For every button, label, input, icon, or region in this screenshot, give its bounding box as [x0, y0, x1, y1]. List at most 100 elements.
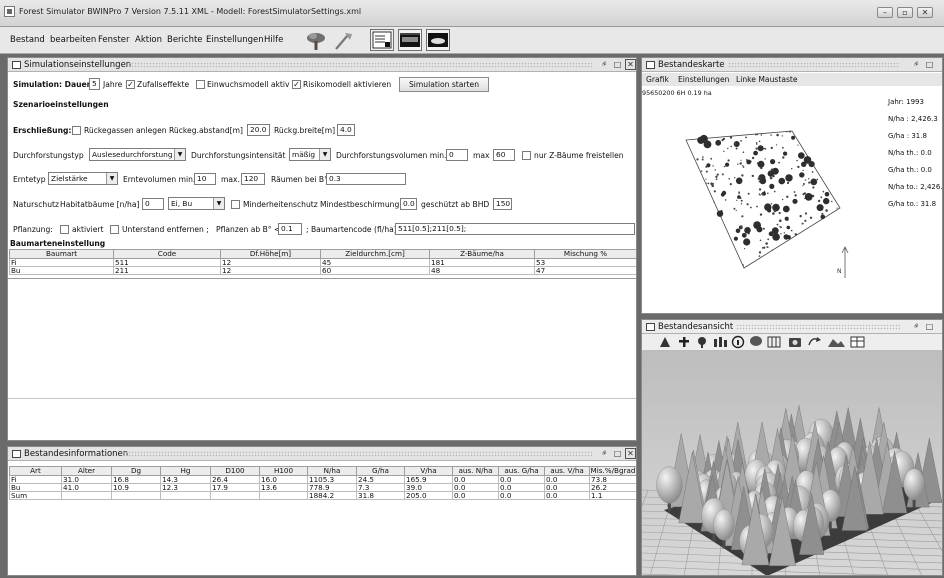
rueckbreite-input[interactable]: 4.0	[337, 124, 355, 136]
camera-icon[interactable]	[789, 338, 801, 347]
landscape-icon[interactable]	[828, 339, 845, 347]
erntevol-min-input[interactable]: 10	[194, 173, 216, 185]
df-int-select[interactable]: mäßig ▼	[289, 148, 331, 161]
raeumen-input[interactable]: 0.3	[326, 173, 406, 185]
single-tree-icon[interactable]	[698, 337, 706, 348]
stand-icon[interactable]	[714, 337, 727, 347]
table-cell[interactable]: Fi	[9, 258, 114, 267]
table-cell[interactable]: 0.0	[452, 491, 499, 500]
menu-berichte[interactable]: Berichte	[167, 35, 203, 45]
crown-icon[interactable]	[750, 336, 762, 346]
col-aus-gha[interactable]: aus. G/ha	[498, 466, 545, 476]
stand-map-canvas[interactable]: N	[642, 98, 882, 308]
table-cell[interactable]: 1884.2	[307, 491, 357, 500]
table-cell[interactable]: Bu	[9, 266, 114, 275]
maximize-icon[interactable]: □	[924, 59, 935, 70]
table-cell[interactable]: 205.0	[404, 491, 453, 500]
dauer-input[interactable]: 5	[89, 78, 100, 90]
map-menu-einstellungen[interactable]: Einstellungen	[678, 75, 729, 84]
table-icon[interactable]	[850, 336, 865, 348]
grid-icon[interactable]	[767, 336, 781, 348]
table-cell[interactable]: 0.0	[498, 475, 545, 484]
chevron-down-icon[interactable]: ▼	[319, 149, 330, 160]
table-cell[interactable]: 45	[320, 258, 430, 267]
chevron-down-icon[interactable]: ▼	[213, 198, 224, 209]
table-cell[interactable]: Sum	[9, 491, 62, 500]
table-cell[interactable]: 511	[113, 258, 221, 267]
table-cell[interactable]: 26.4	[210, 475, 260, 484]
table-cell[interactable]: 26.2	[589, 483, 636, 492]
rueckegassen-checkbox[interactable]	[72, 126, 81, 135]
habitat-input[interactable]: 0	[142, 198, 164, 210]
code-input[interactable]: 511[0.5];211[0.5];	[395, 223, 635, 235]
table-cell[interactable]	[160, 491, 211, 500]
menu-hilfe[interactable]: Hilfe	[264, 35, 283, 45]
col-gha[interactable]: G/ha	[356, 466, 405, 476]
table-cell[interactable]: 0.0	[544, 491, 590, 500]
col-dfhoehe[interactable]: Df.Höhe[m]	[220, 249, 321, 259]
table-row[interactable]: Fi 511 12 45 181 53	[9, 258, 636, 267]
table-cell[interactable]: 0.0	[452, 483, 499, 492]
report-table-icon[interactable]	[370, 29, 394, 51]
col-d100[interactable]: D100	[210, 466, 260, 476]
table-cell[interactable]: Fi	[9, 475, 62, 484]
table-cell[interactable]: 0.0	[498, 483, 545, 492]
col-vha[interactable]: V/ha	[404, 466, 453, 476]
table-cell[interactable]	[61, 491, 112, 500]
table-row[interactable]: Bu 41.0 10.9 12.3 17.9 13.6 778.9 7.3 39.0 0.0 0.0…	[9, 483, 636, 492]
table-cell[interactable]: 31.0	[61, 475, 112, 484]
col-aus-nha[interactable]: aus. N/ha	[452, 466, 499, 476]
col-art[interactable]: Art	[9, 466, 62, 476]
table-cell[interactable]: 39.0	[404, 483, 453, 492]
menu-fenster[interactable]: Fenster	[98, 35, 130, 45]
maximize-icon[interactable]: □	[924, 321, 935, 332]
table-cell[interactable]: 12	[220, 258, 321, 267]
table-cell[interactable]: Bu	[9, 483, 62, 492]
table-cell[interactable]: 1105.3	[307, 475, 357, 484]
col-zieldurchm[interactable]: Zieldurchm.[cm]	[320, 249, 430, 259]
chevron-down-icon[interactable]: ▼	[174, 149, 185, 160]
undock-icon[interactable]: ▫ͤ	[598, 59, 609, 70]
unterstand-checkbox[interactable]	[110, 225, 119, 234]
table-cell[interactable]: 16.8	[111, 475, 161, 484]
nur-z-checkbox[interactable]	[522, 151, 531, 160]
df-vol-max-input[interactable]: 60	[493, 149, 515, 161]
table-cell[interactable]: 7.3	[356, 483, 405, 492]
undock-icon[interactable]: ▫ͤ	[598, 448, 609, 459]
pflanzen-ab-input[interactable]: 0.1	[278, 223, 302, 235]
table-row[interactable]: Sum 1884.2 31.8 205.0 0.0 0.0 0.0 1.1	[9, 491, 636, 500]
menu-bearbeiten[interactable]: bearbeiten	[50, 35, 96, 45]
undock-icon[interactable]: ▫ͤ	[910, 321, 921, 332]
table-cell[interactable]: 181	[429, 258, 535, 267]
info-icon[interactable]	[731, 335, 745, 349]
rotate-icon[interactable]	[808, 337, 821, 346]
cross-icon[interactable]	[679, 337, 689, 347]
table-cell[interactable]: 0.0	[544, 475, 590, 484]
table-cell[interactable]	[259, 491, 308, 500]
table-cell[interactable]	[210, 491, 260, 500]
table-cell[interactable]: 53	[534, 258, 636, 267]
simulation-start-button[interactable]: Simulation starten	[399, 77, 489, 92]
col-alter[interactable]: Alter	[61, 466, 112, 476]
table-cell[interactable]: 17.9	[210, 483, 260, 492]
table-cell[interactable]: 1.1	[589, 491, 636, 500]
table-cell[interactable]: 0.0	[544, 483, 590, 492]
table-cell[interactable]: 48	[429, 266, 535, 275]
tree-species-icon[interactable]	[660, 337, 670, 347]
close-icon[interactable]: ✕	[625, 448, 636, 459]
col-aus-vha[interactable]: aus. V/ha	[544, 466, 590, 476]
df-typ-select[interactable]: Auslesedurchforstung ▼	[89, 148, 186, 161]
axe-icon[interactable]	[331, 29, 354, 51]
table-cell[interactable]: 41.0	[61, 483, 112, 492]
table-cell[interactable]: 0.0	[498, 491, 545, 500]
mindest-input[interactable]: 0.0	[400, 198, 417, 210]
geschuetzt-input[interactable]: 150	[493, 198, 512, 210]
col-zbaeume[interactable]: Z-Bäume/ha	[429, 249, 535, 259]
col-baumart[interactable]: Baumart	[9, 249, 114, 259]
table-cell[interactable]: 0.0	[452, 475, 499, 484]
table-row[interactable]: Bu 211 12 60 48 47	[9, 266, 636, 275]
col-hg[interactable]: Hg	[160, 466, 211, 476]
table-cell[interactable]: 13.6	[259, 483, 308, 492]
minderheiten-checkbox[interactable]	[231, 200, 240, 209]
table-cell[interactable]: 16.0	[259, 475, 308, 484]
